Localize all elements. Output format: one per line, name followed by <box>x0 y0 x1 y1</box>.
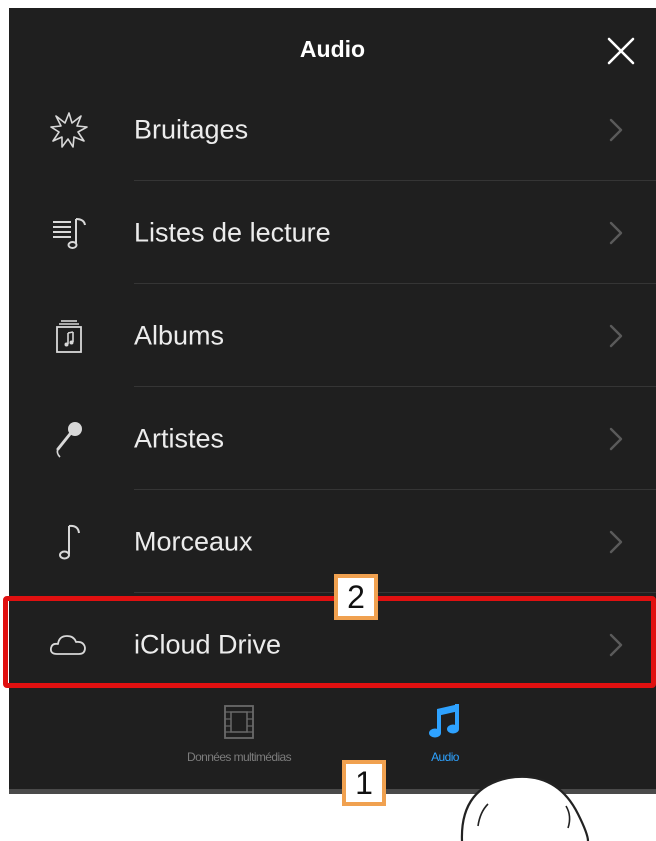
music-notes-icon <box>423 700 467 744</box>
tutorial-screenshot: Audio Bruitages Listes de lecture Albums… <box>0 0 656 841</box>
tab-donnees-multimedias[interactable]: Données multimédias <box>159 700 319 764</box>
list-item-artistes[interactable]: Artistes <box>9 387 656 490</box>
tab-label: Audio <box>431 750 459 764</box>
tab-label: Données multimédias <box>187 750 292 764</box>
list-item-label: Listes de lecture <box>134 217 331 247</box>
tab-audio[interactable]: Audio <box>405 700 485 764</box>
playlist-icon <box>47 211 91 255</box>
list-item-morceaux[interactable]: Morceaux <box>9 490 656 593</box>
microphone-icon <box>47 417 91 461</box>
album-icon <box>47 314 91 358</box>
list-item-bruitages[interactable]: Bruitages <box>9 78 656 181</box>
chevron-right-icon <box>608 323 624 349</box>
list-item-listes-de-lecture[interactable]: Listes de lecture <box>9 181 656 284</box>
list-item-label: Albums <box>134 320 225 350</box>
step-badge-2: 2 <box>334 574 378 620</box>
close-button[interactable] <box>604 34 638 68</box>
chevron-right-icon <box>608 426 624 452</box>
chevron-right-icon <box>608 220 624 246</box>
step-badge-1: 1 <box>342 760 386 806</box>
list-item-label: Artistes <box>134 423 225 453</box>
finger-tap-illustration <box>440 764 640 841</box>
music-note-icon <box>47 520 91 564</box>
list-item-albums[interactable]: Albums <box>9 284 656 387</box>
page-title: Audio <box>299 36 366 62</box>
highlight-box-icloud-drive <box>3 596 656 688</box>
chevron-right-icon <box>608 117 624 143</box>
close-icon <box>607 37 635 65</box>
sound-effects-icon <box>47 108 91 152</box>
chevron-right-icon <box>608 529 624 555</box>
film-strip-icon <box>217 700 261 744</box>
list-item-label: Bruitages <box>134 114 249 144</box>
list-item-label: Morceaux <box>134 526 253 556</box>
